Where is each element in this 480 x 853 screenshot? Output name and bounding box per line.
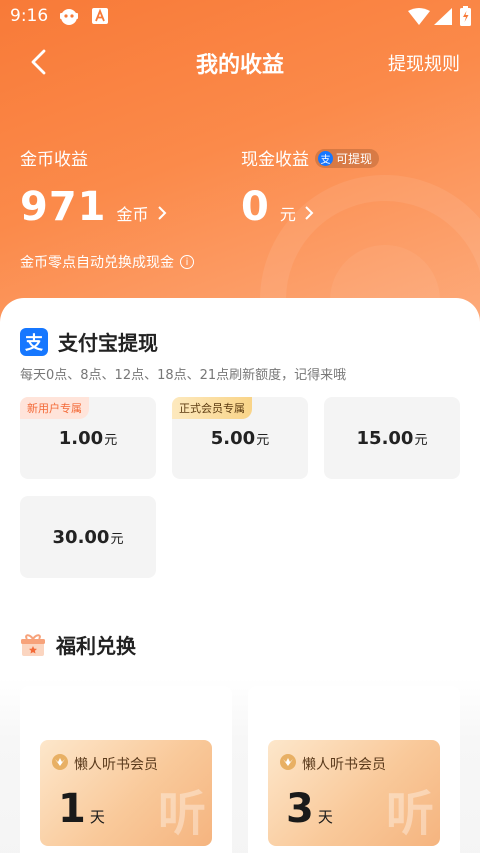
coin-earnings-unit: 金币 xyxy=(116,205,149,224)
cash-earnings-unit: 元 xyxy=(279,205,296,224)
welfare-section-title: 福利兑换 xyxy=(56,634,136,658)
cash-earnings[interactable]: 现金收益支可提现 0 元 xyxy=(241,145,380,230)
exchange-note[interactable]: 金币零点自动兑换成现金 i xyxy=(20,252,194,272)
wifi-icon xyxy=(408,8,430,29)
amount-unit: 元 xyxy=(104,432,118,448)
withdraw-amount-option[interactable]: 新用户专属 1.00 元 xyxy=(20,397,156,479)
new-user-tag: 新用户专属 xyxy=(20,397,89,419)
withdraw-amount-option[interactable]: 15.00 元 xyxy=(324,397,460,479)
coin-earnings-label: 金币收益 xyxy=(20,150,88,170)
back-button[interactable] xyxy=(24,46,56,78)
cash-earnings-label: 现金收益 xyxy=(241,150,309,170)
alipay-section-title: 支付宝提现 xyxy=(58,331,158,355)
amount-unit: 元 xyxy=(414,432,428,448)
welfare-exchange-card[interactable]: 听 懒人听书会员 1 天 xyxy=(20,686,232,853)
welfare-exchange-card[interactable]: 听 懒人听书会员 3 天 xyxy=(248,686,460,853)
alipay-icon: 支 xyxy=(318,151,333,166)
chevron-right-icon xyxy=(157,206,166,220)
withdraw-amount-option[interactable]: 正式会员专属 5.00 元 xyxy=(172,397,308,479)
app-notification-icon xyxy=(58,7,80,31)
hero-header: 9:16 我的收益 提现规则 金币收益 971 金币 现金收益 支 可提现 0 … xyxy=(0,0,480,330)
vip-days-value: 3 xyxy=(286,786,314,832)
vip-days-unit: 天 xyxy=(89,808,105,826)
content-card: 支 支付宝提现 每天0点、8点、12点、18点、21点刷新额度，记得来哦 新用户… xyxy=(0,298,480,853)
vip-ticket: 听 懒人听书会员 3 天 xyxy=(268,740,440,846)
amount-value: 30.00 xyxy=(52,526,110,548)
app-a-notification-icon xyxy=(92,7,108,29)
cash-earnings-value: 0 xyxy=(241,184,270,230)
gift-icon xyxy=(20,632,46,658)
amount-value: 5.00 xyxy=(210,427,256,449)
withdrawable-badge: 支可提现 xyxy=(315,149,380,168)
vip-ticket: 听 懒人听书会员 1 天 xyxy=(40,740,212,846)
vip-member-tag: 正式会员专属 xyxy=(172,397,252,419)
chevron-left-icon xyxy=(31,49,46,75)
withdrawable-badge-label: 可提现 xyxy=(336,152,373,166)
ticket-watermark: 听 xyxy=(157,786,206,842)
info-icon[interactable]: i xyxy=(180,255,194,269)
refresh-note: 每天0点、8点、12点、18点、21点刷新额度，记得来哦 xyxy=(20,368,347,383)
alipay-logo-icon: 支 xyxy=(20,327,48,356)
status-time: 9:16 xyxy=(10,6,49,26)
vip-card-name: 懒人听书会员 xyxy=(302,757,386,773)
vip-crown-icon xyxy=(280,754,296,770)
chevron-right-icon xyxy=(305,206,314,220)
vip-crown-icon xyxy=(52,754,68,770)
amount-unit: 元 xyxy=(256,432,270,448)
ticket-watermark: 听 xyxy=(385,786,434,842)
vip-days-unit: 天 xyxy=(317,808,333,826)
battery-icon xyxy=(460,6,471,30)
welfare-section: 福利兑换 听 懒人听书会员 1 天 听 懒人听书会员 3 天 xyxy=(0,633,480,853)
withdraw-rules-link[interactable]: 提现规则 xyxy=(388,50,460,76)
withdraw-amount-option[interactable]: 30.00 元 xyxy=(20,496,156,578)
amount-value: 1.00 xyxy=(58,427,104,449)
vip-days-value: 1 xyxy=(58,786,86,832)
exchange-note-text: 金币零点自动兑换成现金 xyxy=(20,255,174,271)
signal-icon xyxy=(434,8,452,29)
coin-earnings[interactable]: 金币收益 971 金币 xyxy=(20,145,167,230)
status-bar: 9:16 xyxy=(0,0,480,34)
alipay-section-header: 支 支付宝提现 xyxy=(20,327,158,356)
coin-earnings-value: 971 xyxy=(20,184,107,230)
welfare-section-header: 福利兑换 xyxy=(20,630,136,659)
amount-unit: 元 xyxy=(110,531,124,547)
top-bar: 我的收益 提现规则 xyxy=(0,40,480,84)
amount-value: 15.00 xyxy=(356,427,414,449)
vip-card-name: 懒人听书会员 xyxy=(74,757,158,773)
